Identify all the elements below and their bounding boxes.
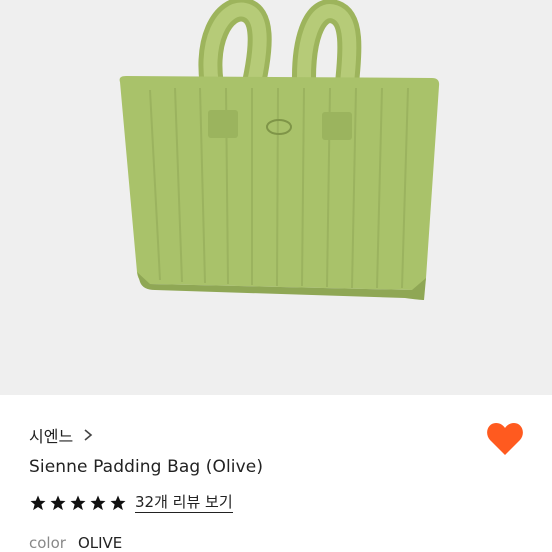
star-icon (110, 495, 126, 511)
option-label: color (29, 534, 66, 552)
product-title: Sienne Padding Bag (Olive) (29, 457, 264, 477)
option-row: color OLIVE (29, 534, 122, 552)
rating-row: 32개 리뷰 보기 (29, 493, 233, 513)
brand-link[interactable]: 시엔느 (29, 423, 95, 447)
star-icon (90, 495, 106, 511)
star-icon (70, 495, 86, 511)
product-image[interactable] (0, 0, 552, 395)
brand-name[interactable]: 시엔느 (29, 423, 73, 447)
heart-icon[interactable] (486, 422, 524, 456)
reviews-link[interactable]: 32개 리뷰 보기 (135, 493, 233, 513)
star-rating (29, 494, 127, 512)
bag-illustration (119, 0, 440, 300)
star-icon (30, 495, 46, 511)
product-info: 시엔느 Sienne Padding Bag (Olive) 32개 리뷰 보기… (0, 395, 552, 552)
chevron-right-icon (84, 429, 93, 441)
option-value: OLIVE (77, 534, 123, 552)
star-icon (50, 495, 66, 511)
